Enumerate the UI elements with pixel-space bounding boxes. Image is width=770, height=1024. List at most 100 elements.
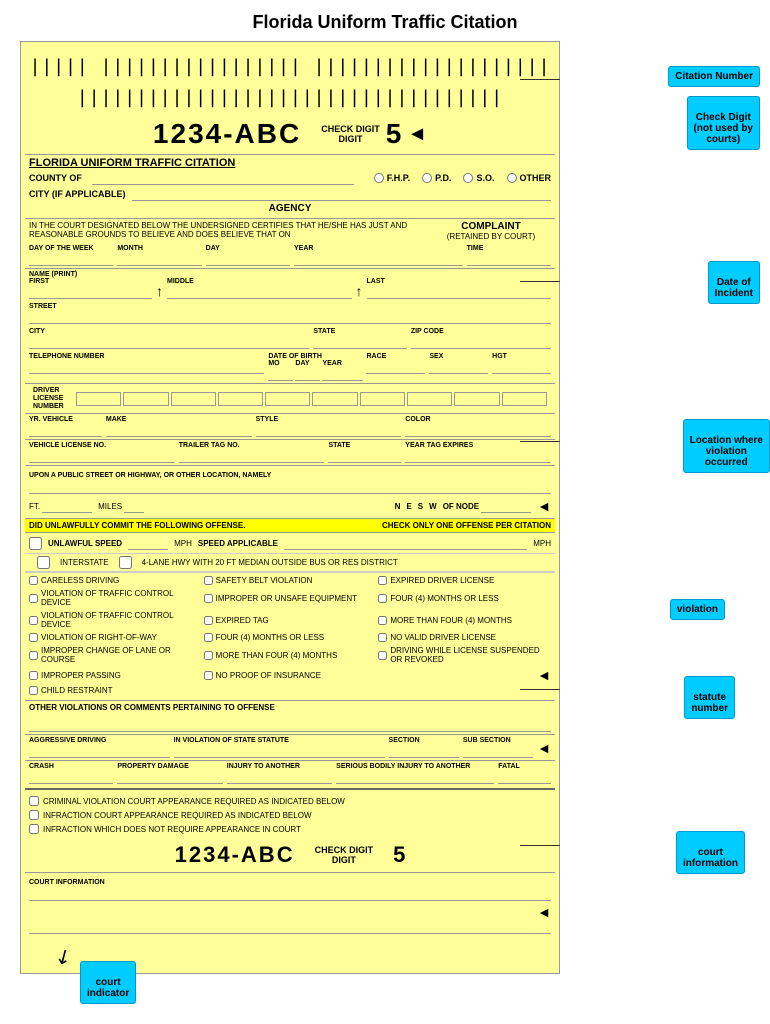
dl-box-1[interactable] <box>76 392 121 406</box>
other-radio[interactable] <box>507 173 517 183</box>
node-field[interactable] <box>481 499 531 513</box>
phone-field[interactable] <box>29 360 264 374</box>
driving-suspended-cb[interactable] <box>378 651 387 660</box>
interstate-checkbox[interactable] <box>37 556 50 569</box>
no-proof-ins-cb[interactable] <box>204 671 213 680</box>
court-infraction-cb[interactable] <box>29 810 39 820</box>
violation-no-proof-ins: NO PROOF OF INSURANCE <box>204 667 377 683</box>
expired-tag-cb[interactable] <box>204 616 213 625</box>
court-info-field2[interactable] <box>29 920 551 934</box>
bottom-check-digit-label2: DIGIT <box>332 855 356 865</box>
race-field[interactable] <box>366 360 425 374</box>
bottom-citation-row: 1234-ABC CHECK DIGIT DIGIT 5 <box>25 838 555 872</box>
expired-dl-cb[interactable] <box>378 576 387 585</box>
day-of-week-field[interactable] <box>29 252 113 266</box>
location-field1[interactable] <box>29 480 551 494</box>
street-field[interactable] <box>29 310 551 324</box>
fatal-field[interactable] <box>498 770 551 784</box>
court-no-appearance-cb[interactable] <box>29 824 39 834</box>
day-field[interactable] <box>206 252 290 266</box>
careless-cb[interactable] <box>29 576 38 585</box>
injury-field[interactable] <box>227 770 332 784</box>
dl-box-6[interactable] <box>312 392 357 406</box>
zip-field[interactable] <box>411 335 551 349</box>
court-criminal-cb[interactable] <box>29 796 39 806</box>
improper-change-cb[interactable] <box>29 651 38 660</box>
trailer-tag-field[interactable] <box>179 449 325 463</box>
city2-field[interactable] <box>29 335 309 349</box>
dl-box-3[interactable] <box>171 392 216 406</box>
speed-applicable-label: SPEED APPLICABLE <box>198 539 278 548</box>
fhp-option[interactable]: F.H.P. <box>374 173 410 183</box>
fhp-radio[interactable] <box>374 173 384 183</box>
traffic2-cb[interactable] <box>29 616 38 625</box>
more4mo1-cb[interactable] <box>378 616 387 625</box>
mph-label2: MPH <box>533 539 551 548</box>
plate-no-field[interactable] <box>29 449 175 463</box>
speed-applicable-field[interactable] <box>284 536 527 550</box>
prop-damage-field[interactable] <box>117 770 222 784</box>
time-field[interactable] <box>467 252 551 266</box>
so-radio[interactable] <box>463 173 473 183</box>
color-field[interactable] <box>405 423 551 437</box>
year-field[interactable] <box>294 252 463 266</box>
month-field[interactable] <box>117 252 201 266</box>
serious-injury-cell: SERIOUS BODILY INJURY TO ANOTHER <box>336 763 494 784</box>
style-field[interactable] <box>256 423 402 437</box>
other-violations-field[interactable] <box>29 714 551 732</box>
dl-box-7[interactable] <box>360 392 405 406</box>
city-label: CITY (IF APPLICABLE) <box>29 189 126 199</box>
dl-box-8[interactable] <box>407 392 452 406</box>
row1-cb[interactable] <box>29 633 38 642</box>
make-field[interactable] <box>106 423 252 437</box>
pd-option[interactable]: P.D. <box>422 173 451 183</box>
hgt-field[interactable] <box>492 360 551 374</box>
mo-field[interactable] <box>268 367 293 381</box>
year-tag-field[interactable] <box>405 449 551 463</box>
dl-box-9[interactable] <box>454 392 499 406</box>
city-field[interactable] <box>132 187 552 201</box>
speed-value-field[interactable] <box>128 536 168 550</box>
county-field[interactable] <box>92 171 354 185</box>
no-valid-dl-cb[interactable] <box>378 633 387 642</box>
dl-box-10[interactable] <box>502 392 547 406</box>
color-label: COLOR <box>405 416 551 423</box>
safety-belt-cb[interactable] <box>204 576 213 585</box>
other-violations-label: OTHER VIOLATIONS OR COMMENTS PERTAINING … <box>29 703 275 712</box>
unlawful-speed-checkbox[interactable] <box>29 537 42 550</box>
state-field[interactable] <box>313 335 406 349</box>
miles-field[interactable] <box>124 499 144 513</box>
plate-state-field[interactable] <box>328 449 401 463</box>
pd-radio[interactable] <box>422 173 432 183</box>
so-option[interactable]: S.O. <box>463 173 494 183</box>
dl-box-4[interactable] <box>218 392 263 406</box>
state-statute-field[interactable] <box>174 744 385 758</box>
middle-name-field[interactable] <box>167 285 352 299</box>
other-option[interactable]: OTHER <box>507 173 552 183</box>
aggressive-field[interactable] <box>29 744 170 758</box>
crash-field[interactable] <box>29 770 113 784</box>
first-name-field[interactable] <box>29 285 152 299</box>
improper-passing-cb[interactable] <box>29 671 38 680</box>
dl-box-2[interactable] <box>123 392 168 406</box>
dl-box-5[interactable] <box>265 392 310 406</box>
section-field[interactable] <box>389 744 459 758</box>
4mo-less2-cb[interactable] <box>204 633 213 642</box>
traffic1-cb[interactable] <box>29 594 38 603</box>
last-name-field[interactable] <box>367 285 552 299</box>
day2-field[interactable] <box>295 367 320 381</box>
sex-field[interactable] <box>429 360 488 374</box>
four-lane-checkbox[interactable] <box>119 556 132 569</box>
yr-vehicle-field[interactable] <box>29 423 102 437</box>
improper-equip-cb[interactable] <box>204 594 213 603</box>
court-info-field1[interactable] <box>29 887 551 901</box>
more4mo2-cb[interactable] <box>204 651 213 660</box>
fatal-cell: FATAL <box>498 763 551 784</box>
year2-field[interactable] <box>322 367 362 381</box>
child-restraint-cb[interactable] <box>29 686 38 695</box>
ft-field[interactable] <box>42 499 92 513</box>
trailer-tag-label: TRAILER TAG NO. <box>179 442 325 449</box>
4mo-less1-cb[interactable] <box>378 594 387 603</box>
sub-section-field[interactable] <box>463 744 533 758</box>
serious-injury-field[interactable] <box>336 770 494 784</box>
